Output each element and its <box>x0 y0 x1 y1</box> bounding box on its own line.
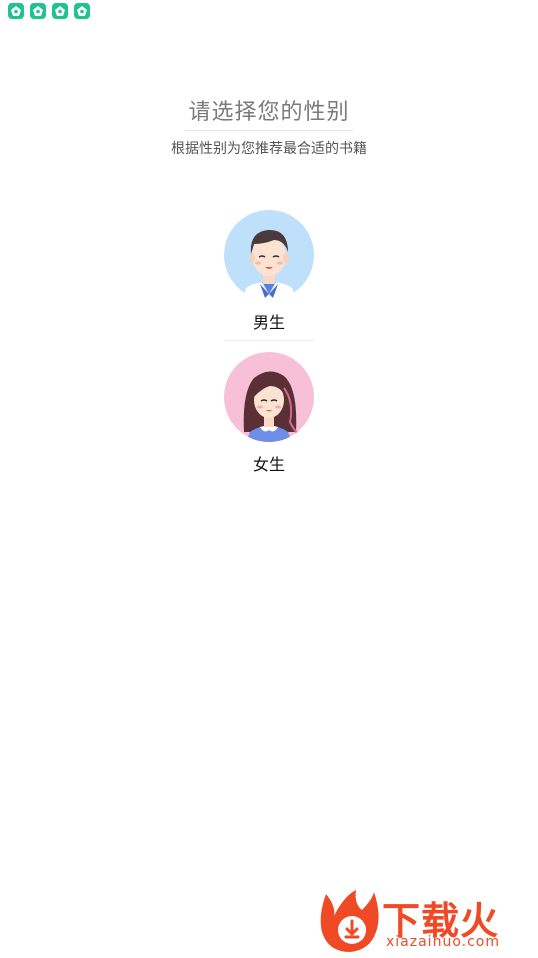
option-divider <box>224 340 314 341</box>
watermark-domain: xiazaihuo.com <box>386 934 500 950</box>
female-avatar <box>224 352 314 442</box>
flame-download-icon <box>320 890 379 952</box>
female-label: 女生 <box>252 455 285 474</box>
app-notification-icon <box>74 3 90 19</box>
page-subtitle: 根据性别为您推荐最合适的书籍 <box>171 141 367 157</box>
male-option-button[interactable]: 男生 <box>219 210 319 334</box>
app-notification-icon <box>8 3 24 19</box>
male-avatar <box>224 210 314 300</box>
app-notification-icon <box>52 3 68 19</box>
status-bar <box>8 3 90 21</box>
watermark-logo: 下载火 xiazaihuo.com <box>316 886 538 954</box>
page-title: 请选择您的性别 <box>188 100 350 125</box>
title-divider <box>185 130 353 131</box>
female-option-button[interactable]: 女生 <box>219 352 319 476</box>
app-notification-icon <box>30 3 46 19</box>
male-label: 男生 <box>252 313 285 332</box>
